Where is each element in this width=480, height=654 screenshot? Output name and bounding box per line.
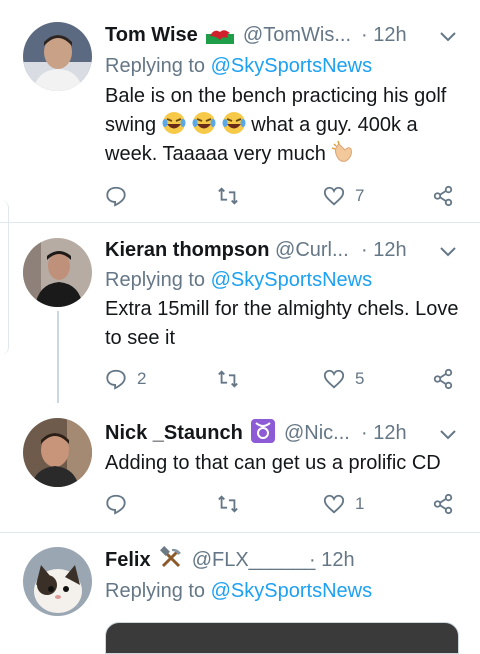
timestamp[interactable]: · 12h xyxy=(361,418,407,448)
retweet-icon xyxy=(218,370,238,388)
share-icon xyxy=(433,368,453,390)
like-count: 5 xyxy=(355,369,365,388)
timestamp[interactable]: · 12h xyxy=(361,20,407,50)
like-count: 7 xyxy=(355,186,365,205)
hammer-and-pick-icon xyxy=(156,546,192,571)
wales-flag-icon xyxy=(203,24,243,46)
display-name[interactable]: Felix xyxy=(105,549,151,571)
media-preview[interactable] xyxy=(105,622,459,654)
heart-icon xyxy=(323,186,345,206)
retweet-icon xyxy=(218,495,238,513)
reply-icon xyxy=(106,494,126,515)
display-name[interactable]: Nick _Staunch xyxy=(105,422,243,444)
heart-icon xyxy=(323,494,345,514)
tweet-actions: 2 5 xyxy=(105,366,465,392)
heart-icon xyxy=(323,369,345,389)
timestamp[interactable]: · 12h xyxy=(309,545,355,575)
tweet-header: Kieran thompson @Curl... · 12h xyxy=(105,235,480,265)
mention-link[interactable]: @SkySportsNews xyxy=(211,580,372,602)
chevron-down-icon[interactable] xyxy=(438,241,458,261)
replying-to: Replying to @SkySportsNews xyxy=(105,266,372,294)
retweet-button[interactable] xyxy=(217,366,249,392)
reply-button[interactable] xyxy=(105,183,137,209)
avatar[interactable] xyxy=(23,22,92,91)
tweet-header: Tom Wise @TomWis... · 12h xyxy=(105,20,480,50)
chevron-down-icon[interactable] xyxy=(438,424,458,444)
reply-button[interactable] xyxy=(105,491,137,517)
tweet-actions: 1 xyxy=(105,491,465,517)
taurus-sign-icon xyxy=(248,419,284,444)
share-button[interactable] xyxy=(432,491,454,517)
tweet-text: Bale is on the bench practicing his golf… xyxy=(105,82,465,169)
tweet-kieran-thompson[interactable]: Kieran thompson @Curl... · 12h Replying … xyxy=(0,223,480,403)
tweet-text: Extra 15mill for the almighty chels. Lov… xyxy=(105,298,459,349)
user-handle[interactable]: @Curl... xyxy=(275,239,349,261)
share-icon xyxy=(433,493,453,515)
reply-icon xyxy=(106,369,126,390)
replying-to-label: Replying to xyxy=(105,55,206,77)
tweet-text: Adding to that can get us a prolific CD xyxy=(105,452,441,474)
mention-link[interactable]: @SkySportsNews xyxy=(211,55,372,77)
replying-to-label: Replying to xyxy=(105,269,206,291)
user-handle[interactable]: @Nic... xyxy=(284,422,350,444)
mention-link[interactable]: @SkySportsNews xyxy=(211,269,372,291)
share-button[interactable] xyxy=(432,366,454,392)
share-button[interactable] xyxy=(432,183,454,209)
reply-count: 2 xyxy=(137,369,147,388)
share-icon xyxy=(433,185,453,207)
chevron-down-icon[interactable] xyxy=(438,26,458,46)
retweet-button[interactable] xyxy=(217,491,249,517)
timestamp[interactable]: · 12h xyxy=(361,235,407,265)
retweet-button[interactable] xyxy=(217,183,249,209)
clapping-hands-emoji-icon xyxy=(331,140,355,165)
reply-button[interactable]: 2 xyxy=(105,366,146,392)
retweet-icon xyxy=(218,187,238,205)
like-button[interactable]: 1 xyxy=(323,491,364,517)
display-name[interactable]: Kieran thompson xyxy=(105,239,269,261)
tweet-tom-wise[interactable]: Tom Wise @TomWis... · 12h Replying to @S… xyxy=(0,0,480,222)
replying-to: Replying to @SkySportsNews xyxy=(105,52,372,80)
avatar[interactable] xyxy=(23,418,92,487)
avatar[interactable] xyxy=(23,547,92,616)
reply-icon xyxy=(106,186,126,207)
like-count: 1 xyxy=(355,494,365,513)
tweet-nick-staunch[interactable]: Nick _Staunch @Nic... · 12h Adding to th… xyxy=(0,403,480,532)
tweet-header: Felix @FLX______ · 12h xyxy=(105,545,480,575)
replying-to: Replying to @SkySportsNews xyxy=(105,577,372,605)
tweet-header: Nick _Staunch @Nic... · 12h xyxy=(105,418,480,448)
like-button[interactable]: 5 xyxy=(323,366,364,392)
laughing-emoji-icon xyxy=(162,112,252,136)
replying-to-label: Replying to xyxy=(105,580,206,602)
like-button[interactable]: 7 xyxy=(323,183,364,209)
tweet-actions: 7 xyxy=(105,183,465,209)
user-handle[interactable]: @TomWis... xyxy=(243,24,351,46)
thread-line xyxy=(57,311,59,403)
display-name[interactable]: Tom Wise xyxy=(105,24,198,46)
user-handle[interactable]: @FLX______ xyxy=(192,549,316,571)
avatar[interactable] xyxy=(23,238,92,307)
